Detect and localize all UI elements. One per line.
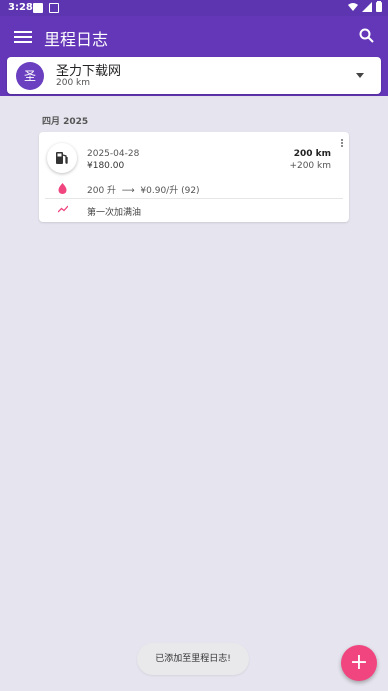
search-icon[interactable] — [358, 27, 376, 45]
app-title: 里程日志 — [44, 30, 109, 49]
add-entry-button[interactable]: + — [341, 645, 377, 681]
divider — [45, 198, 343, 199]
status-bar: 3:28 — [0, 0, 388, 16]
vehicle-name: 圣力下载网 — [56, 64, 122, 79]
fuel-pump-icon — [47, 143, 77, 173]
log-entry-card[interactable]: 2025-04-28 ¥180.00 200 km +200 km 200 升 … — [39, 132, 349, 222]
entry-distance-delta: +200 km — [289, 161, 331, 171]
entry-price: ¥180.00 — [87, 161, 125, 171]
snackbar-message: 已添加至里程日志! — [137, 643, 249, 675]
vehicle-selector[interactable]: 圣 圣力下载网 200 km — [7, 57, 381, 94]
dropdown-arrow-icon[interactable] — [356, 73, 364, 78]
notification-icon — [33, 3, 43, 13]
entry-date: 2025-04-28 — [87, 149, 140, 159]
fuel-unit-price: ¥0.90/升 (92) — [140, 186, 200, 196]
media-icon — [49, 3, 59, 13]
signal-icon — [362, 1, 372, 12]
entry-note: 第一次加满油 — [87, 208, 142, 218]
wifi-icon — [348, 2, 358, 11]
vehicle-avatar: 圣 — [16, 62, 44, 90]
battery-icon — [376, 1, 382, 12]
trend-icon — [58, 205, 68, 213]
more-options-icon[interactable] — [341, 138, 344, 148]
status-time: 3:28 — [8, 2, 33, 13]
arrow-right-icon: ⟶ — [118, 186, 138, 196]
menu-icon[interactable] — [14, 28, 32, 46]
fuel-details: 200 升 ⟶ ¥0.90/升 (92) — [87, 183, 200, 196]
entry-odometer: 200 km — [293, 149, 331, 159]
fuel-drop-icon — [58, 183, 67, 194]
month-header: 四月 2025 — [42, 117, 89, 127]
vehicle-distance: 200 km — [56, 78, 91, 88]
fuel-volume: 200 升 — [87, 186, 117, 196]
status-icons — [348, 1, 382, 12]
